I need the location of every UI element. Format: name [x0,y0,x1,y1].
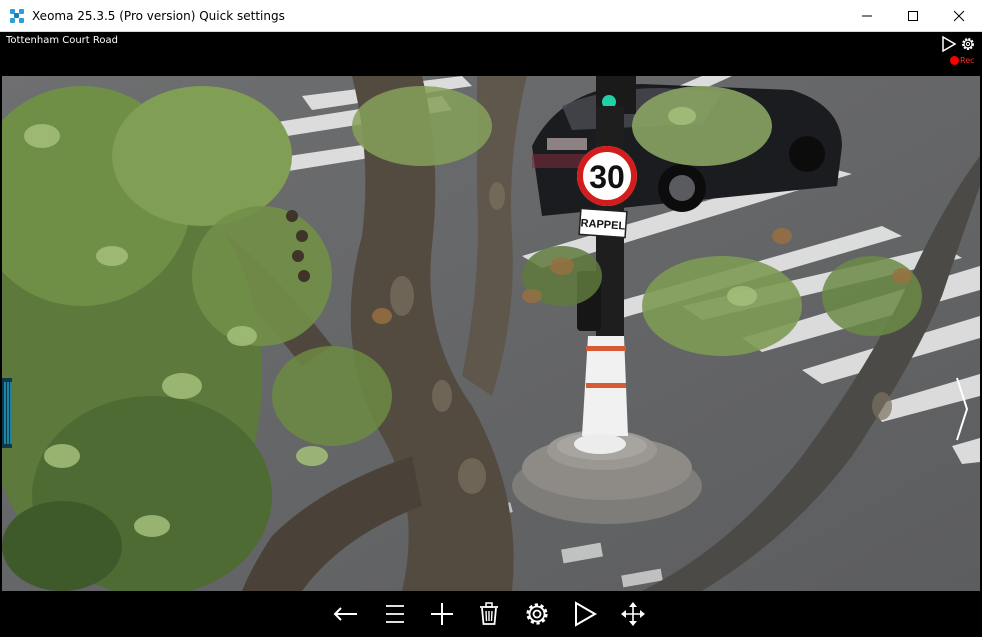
minimize-icon [862,15,872,16]
menu-icon [386,605,404,623]
record-dot-icon [950,56,959,65]
play-icon[interactable] [941,36,957,52]
camera-video-feed[interactable]: 30 RAPPEL [2,76,980,591]
maximize-icon [908,10,918,21]
play-icon [575,601,597,627]
maximize-button[interactable] [890,0,936,31]
back-arrow-icon [333,607,357,621]
trash-icon [480,602,498,625]
next-camera-arrow-icon[interactable] [952,374,972,444]
delete-button[interactable] [474,599,504,629]
camera-header: Tottenham Court Road Rec [0,32,982,76]
side-panel-handle-icon[interactable] [2,378,14,448]
move-icon [621,602,645,626]
bottom-toolbar [0,591,982,637]
back-button[interactable] [331,599,361,629]
speed-limit-value: 30 [589,159,625,195]
close-icon [953,10,965,21]
camera-frame-image: 30 RAPPEL [2,76,980,591]
minimize-button[interactable] [844,0,890,31]
settings-button[interactable] [522,599,552,629]
settings-icon [526,603,548,625]
recording-indicator: Rec [950,56,975,65]
rec-label: Rec [960,56,975,65]
add-icon [431,603,453,625]
move-button[interactable] [618,599,648,629]
xeoma-logo-icon [10,8,24,23]
gear-icon[interactable] [960,36,976,52]
add-button[interactable] [427,599,457,629]
play-button[interactable] [570,599,600,629]
window-title: Xeoma 25.3.5 (Pro version) Quick setting… [32,8,285,23]
camera-name: Tottenham Court Road [6,35,118,46]
title-bar: Xeoma 25.3.5 (Pro version) Quick setting… [0,0,982,32]
menu-button[interactable] [380,599,410,629]
close-button[interactable] [936,0,982,31]
